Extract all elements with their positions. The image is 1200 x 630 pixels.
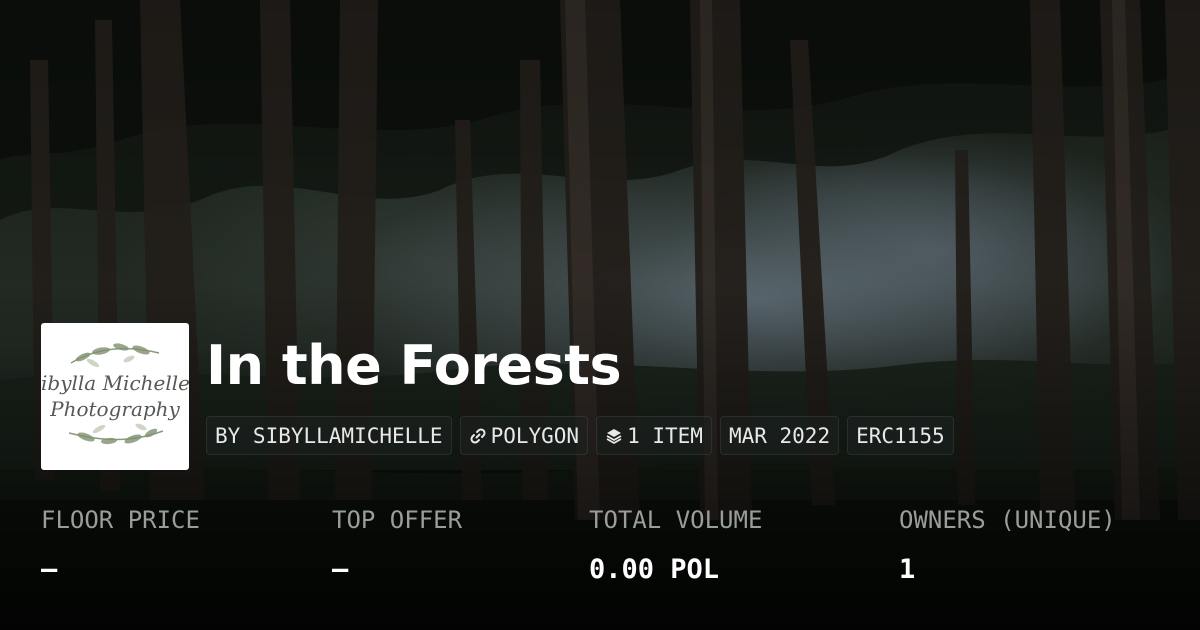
stat-label-top-offer: TOP OFFER [332,506,463,534]
chain-tag-label: POLYGON [490,423,580,448]
collection-avatar: ibylla Michelle Photography [41,323,189,470]
stat-value-floor-price: – [41,554,58,585]
stat-value-top-offer: – [332,554,349,585]
chain-tag[interactable]: POLYGON [459,416,589,455]
collection-title: In the Forests [206,334,622,397]
stat-label-owners: OWNERS (UNIQUE) [899,506,1116,534]
collection-tags: BY SIBYLLAMICHELLE POLYGON 1 ITEM MAR 20… [206,416,954,455]
item-count-tag: 1 ITEM [596,416,712,455]
token-standard-tag-label: ERC1155 [856,423,945,448]
layers-icon [605,427,623,445]
created-date-tag-label: MAR 2022 [728,423,831,448]
avatar-logo-line-1: ibylla Michelle [41,371,189,395]
stat-top-offer: TOP OFFER – [332,506,462,585]
avatar-logo-line-2: Photography [50,397,180,421]
stat-label-total-volume: TOTAL VOLUME [589,506,763,534]
stat-owners: OWNERS (UNIQUE) 1 [899,506,1116,585]
token-standard-tag: ERC1155 [847,416,954,455]
creator-tag-label: BY SIBYLLAMICHELLE [215,423,443,448]
stat-value-owners: 1 [899,554,916,585]
chain-link-icon [469,427,487,445]
item-count-tag-label: 1 ITEM [627,423,703,448]
creator-tag[interactable]: BY SIBYLLAMICHELLE [206,416,452,455]
stat-label-floor-price: FLOOR PRICE [41,506,200,534]
stat-total-volume: TOTAL VOLUME 0.00 POL [589,506,762,585]
created-date-tag: MAR 2022 [719,416,840,455]
stat-floor-price: FLOOR PRICE – [41,506,200,585]
stat-value-total-volume: 0.00 POL [589,554,720,585]
